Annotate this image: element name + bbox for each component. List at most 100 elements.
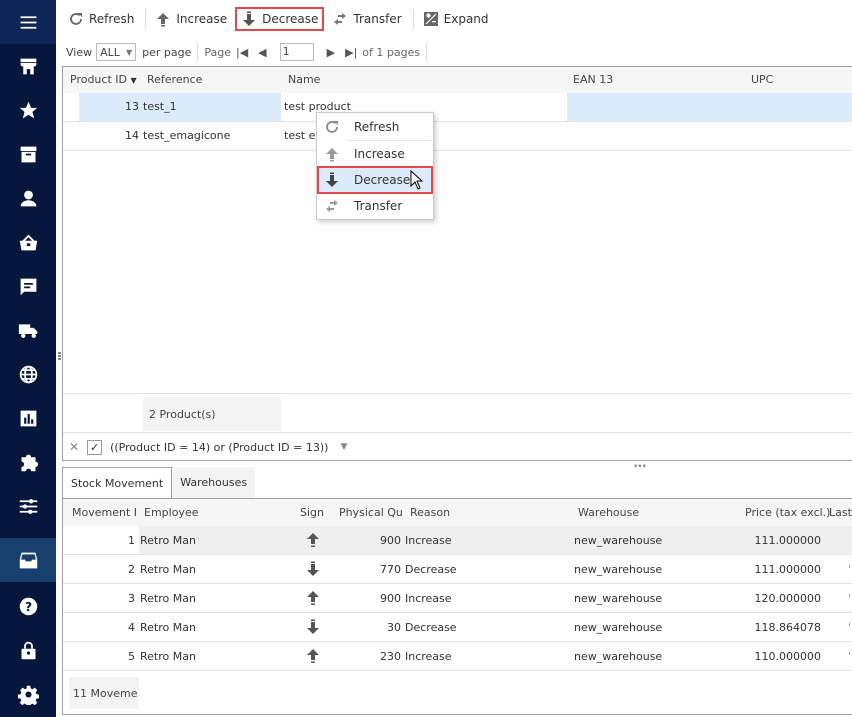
per-page-label: per page — [142, 45, 192, 59]
sidebar-menu-toggle[interactable] — [0, 0, 56, 44]
sidebar-item-carts[interactable] — [0, 220, 56, 264]
column-header-name[interactable]: Name — [288, 73, 320, 86]
sidebar-item-orders[interactable] — [0, 132, 56, 176]
sidebar-item-stock[interactable] — [0, 538, 56, 582]
column-header-ean13[interactable]: EAN 13 — [573, 73, 613, 86]
context-menu-transfer[interactable]: Transfer — [318, 193, 432, 219]
splitter-handle[interactable]: ••• — [633, 462, 647, 472]
page-label: Page — [204, 45, 231, 59]
first-page-button[interactable]: |◀ — [236, 46, 248, 59]
filter-funnel-icon[interactable]: ▼ — [130, 76, 136, 85]
view-label: View — [66, 45, 93, 59]
cell-price: 110.000000 — [754, 650, 821, 663]
cell-last-truncated: ' — [848, 592, 852, 605]
filter-enabled-checkbox[interactable]: ✓ — [87, 439, 103, 455]
per-page-select[interactable]: ALL ▼ — [96, 43, 137, 61]
toolbar: Refresh Increase Decrease Transfer Expan… — [62, 6, 497, 32]
prev-page-button[interactable]: ◀ — [258, 46, 266, 59]
next-page-button[interactable]: ▶ — [327, 46, 335, 59]
movements-summary: 11 Moveme — [69, 677, 139, 709]
sidebar-item-international[interactable] — [0, 352, 56, 396]
refresh-button[interactable]: Refresh — [62, 7, 140, 31]
page-number-input[interactable]: 1 — [279, 43, 314, 61]
cell-employee: Retro Man — [140, 650, 196, 663]
column-header-movement-id[interactable]: Movement I — [72, 506, 137, 519]
cell-warehouse: new_warehouse — [574, 534, 663, 547]
arrow-up-icon — [326, 148, 338, 162]
cell-physical-qty: 900 — [380, 534, 401, 547]
arrow-up-icon — [307, 591, 319, 605]
context-menu-increase[interactable]: Increase — [318, 141, 432, 167]
cell-movement-id: 4 — [128, 621, 135, 634]
grid-footer-divider — [63, 393, 852, 394]
movements-grid: Movement I Employee Sign Physical Qu Rea… — [62, 498, 852, 715]
sidebar-item-settings-sliders[interactable] — [0, 484, 56, 528]
sidebar-item-store[interactable] — [0, 44, 56, 88]
sidebar-item-messages[interactable] — [0, 264, 56, 308]
tab-warehouses[interactable]: Warehouses — [172, 467, 256, 498]
column-header-warehouse[interactable]: Warehouse — [578, 506, 639, 519]
column-header-price[interactable]: Price (tax excl.) — [745, 506, 830, 519]
column-header-employee[interactable]: Employee — [144, 506, 198, 519]
expand-icon — [423, 12, 438, 26]
context-menu-refresh[interactable]: Refresh — [318, 114, 432, 140]
products-summary: 2 Product(s) — [143, 397, 281, 431]
chat-icon — [20, 278, 36, 295]
increase-button[interactable]: Increase — [149, 7, 233, 31]
cell-physical-qty: 230 — [380, 650, 401, 663]
column-header-last[interactable]: Last — [829, 506, 852, 519]
arrow-up-icon — [157, 13, 170, 27]
column-header-product-id[interactable]: Product ID ▼ — [70, 73, 137, 86]
clear-filter-icon[interactable]: ✕ — [69, 440, 79, 454]
transfer-icon — [334, 13, 347, 25]
sidebar-item-stats[interactable] — [0, 396, 56, 440]
decrease-label: Decrease — [262, 12, 319, 26]
cell-price: 120.000000 — [754, 592, 821, 605]
expand-label: Expand — [443, 12, 489, 26]
sidebar-item-config[interactable] — [0, 672, 56, 716]
cell-price: 111.000000 — [754, 534, 821, 547]
table-row[interactable]: 4 Retro Man 30 Decrease new_warehouse 118.864… — [63, 613, 852, 642]
decrease-button[interactable]: Decrease — [235, 7, 325, 31]
column-header-reference[interactable]: Reference — [147, 73, 202, 86]
filter-dropdown-icon[interactable]: ▼ — [340, 442, 347, 452]
cell-warehouse: new_warehouse — [574, 592, 663, 605]
table-row[interactable]: 5 Retro Man 230 Increase new_warehouse 110.00… — [63, 642, 852, 671]
table-row[interactable]: 3 Retro Man 900 Increase new_warehouse 120.00… — [63, 584, 852, 613]
sidebar-item-favorites[interactable] — [0, 88, 56, 132]
help-icon: ? — [19, 597, 37, 615]
sidebar-item-shipping[interactable] — [0, 308, 56, 352]
svg-text:?: ? — [24, 599, 31, 613]
cell-last-truncated: ' — [848, 563, 852, 576]
selected-cell — [567, 93, 852, 121]
sidebar-item-customers[interactable] — [0, 176, 56, 220]
arrow-down-icon — [307, 619, 319, 634]
expand-button[interactable]: Expand — [417, 7, 495, 31]
table-row[interactable]: 2 Retro Man 770 Decrease new_warehouse 111.00… — [63, 555, 852, 584]
cell-movement-id: 3 — [128, 592, 135, 605]
table-row[interactable]: 1 Retro Man 900 Increase new_warehouse 111.00… — [63, 526, 852, 555]
sidebar: ? — [0, 0, 56, 717]
column-header-sign[interactable]: Sign — [300, 506, 324, 519]
mouse-cursor-icon — [410, 170, 424, 190]
sidebar-item-modules[interactable] — [0, 440, 56, 484]
sidebar-item-security[interactable] — [0, 628, 56, 672]
column-header-upc[interactable]: UPC — [751, 73, 773, 86]
inbox-icon — [19, 552, 37, 568]
sidebar-splitter-handle[interactable] — [58, 352, 61, 362]
cell-movement-id: 1 — [128, 534, 135, 547]
toolbar-divider — [145, 9, 147, 29]
filter-expression[interactable]: ((Product ID = 14) or (Product ID = 13)) — [110, 441, 328, 454]
column-header-reason[interactable]: Reason — [410, 506, 450, 519]
context-menu-label: Decrease — [354, 173, 411, 187]
cell-employee: Retro Man — [140, 621, 196, 634]
cell-movement-id: 2 — [128, 563, 135, 576]
column-header-physical-qty[interactable]: Physical Qu — [339, 506, 403, 519]
tab-stock-movement[interactable]: Stock Movement — [62, 467, 173, 498]
sidebar-item-help[interactable]: ? — [0, 584, 56, 628]
table-row[interactable]: 13 test_1 test product — [63, 93, 852, 122]
cell-physical-qty: 770 — [380, 563, 401, 576]
table-row[interactable]: 14 test_emagicone test em — [63, 122, 852, 151]
transfer-button[interactable]: Transfer — [326, 7, 407, 31]
last-page-button[interactable]: ▶| — [345, 46, 357, 59]
